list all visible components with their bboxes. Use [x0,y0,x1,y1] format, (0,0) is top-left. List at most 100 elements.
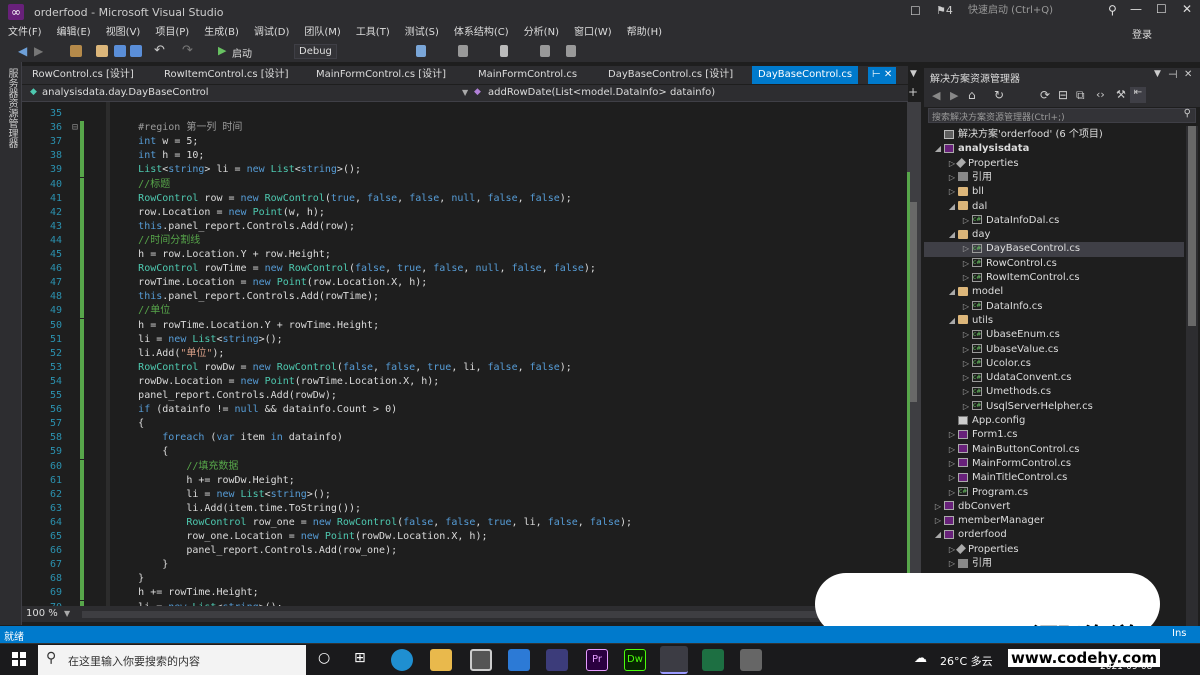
taskbar-search-box[interactable]: ⚲ 在这里输入你要搜索的内容 [38,645,306,675]
windows-start-icon[interactable] [12,652,26,666]
code-line[interactable]: 58 foreach (var item in datainfo) [22,431,343,446]
collapsed-arrow-icon[interactable]: ▷ [932,514,944,528]
login-link[interactable]: 登录 [1132,26,1152,41]
code-line[interactable]: 43 this.panel_report.Controls.Add(row); [22,219,355,234]
tab-4[interactable]: DayBaseControl.cs [设计] [602,66,739,84]
code-line[interactable]: 54 rowDw.Location = new Point(rowTime.Lo… [22,374,439,389]
collapsed-arrow-icon[interactable]: ▷ [946,471,958,485]
task-view-icon[interactable]: ⊞ [354,650,366,666]
scroll-thumb[interactable] [1188,126,1196,326]
menu-item-12[interactable]: 帮助(H) [627,24,662,42]
store-icon[interactable] [470,649,492,671]
tree-node[interactable]: ▷ Form1.cs [924,428,1018,442]
expanded-arrow-icon[interactable]: ◢ [946,228,958,242]
tree-node[interactable]: ◢ analysisdata [924,142,1029,156]
tab-3[interactable]: MainFormControl.cs [472,66,583,84]
tab-2[interactable]: MainFormControl.cs [设计] [310,66,452,84]
tree-node[interactable]: ▷ c# Ucolor.cs [924,357,1031,371]
premiere-icon[interactable]: Pr [586,649,608,671]
code-line[interactable]: 44 //时间分割线 [22,233,200,248]
minimize-button[interactable]: — [1130,2,1142,16]
refresh-icon[interactable]: ⟳ [1040,88,1050,102]
tree-node[interactable]: ▷ MainButtonControl.cs [924,443,1079,457]
pin-icon[interactable]: ⊣ [1168,68,1178,81]
properties-wrench-icon[interactable]: ⚒ [1116,88,1126,101]
solution-search-input[interactable]: 搜索解决方案资源管理器(Ctrl+;) ⚲ [928,108,1196,123]
tab-0[interactable]: RowControl.cs [设计] [26,66,140,84]
menu-item-7[interactable]: 工具(T) [356,24,390,42]
class-nav-dropdown[interactable]: analysisdata.day.DayBaseControl [42,87,209,98]
menu-item-11[interactable]: 窗口(W) [574,24,612,42]
code-line[interactable]: 57 { [22,417,144,432]
menu-item-9[interactable]: 体系结构(C) [454,24,509,42]
server-explorer-label[interactable]: 服务器资源管理器 [4,68,19,148]
scroll-thumb[interactable] [909,202,917,402]
collapsed-arrow-icon[interactable]: ▷ [946,428,958,442]
collapsed-arrow-icon[interactable]: ▷ [960,400,972,414]
tree-node[interactable]: ▷ c# DataInfo.cs [924,300,1043,314]
new-project-icon[interactable] [70,45,82,57]
code-line[interactable]: 66 panel_report.Controls.Add(row_one); [22,544,397,559]
tree-node[interactable]: ▷ c# Program.cs [924,486,1028,500]
expanded-arrow-icon[interactable]: ◢ [946,285,958,299]
tree-node[interactable]: ▷ 引用 [924,171,992,185]
tool-icon[interactable] [740,649,762,671]
code-line[interactable]: 64 RowControl row_one = new RowControl(f… [22,515,632,530]
code-line[interactable]: 48 this.panel_report.Controls.Add(rowTim… [22,290,379,305]
code-line[interactable]: 63 li.Add(item.time.ToString()); [22,501,361,516]
save-icon[interactable] [114,45,126,57]
code-line[interactable]: 69 h += rowTime.Height; [22,586,259,601]
code-line[interactable]: 47 rowTime.Location = new Point(row.Loca… [22,276,427,291]
collapsed-arrow-icon[interactable]: ▷ [960,343,972,357]
tree-node[interactable]: ▷ memberManager [924,514,1044,528]
menu-item-4[interactable]: 生成(B) [204,24,239,42]
dreamweaver-icon[interactable]: Dw [624,649,646,671]
visual-studio-icon[interactable] [660,646,688,674]
collapsed-arrow-icon[interactable]: ▷ [960,300,972,314]
show-all-icon[interactable]: ⧉ [1076,88,1085,103]
app-link-icon[interactable] [546,649,568,671]
tab-dropdown-icon[interactable]: ▼ [910,69,917,79]
menu-item-2[interactable]: 视图(V) [106,24,141,42]
tree-node[interactable]: ◢ day [924,228,990,242]
edge-icon[interactable] [391,649,413,671]
collapsed-arrow-icon[interactable]: ▷ [946,443,958,457]
code-line[interactable]: 61 h += rowDw.Height; [22,473,295,488]
pane-close-icon[interactable]: ✕ [1184,69,1192,80]
pane-menu-icon[interactable]: ▼ [1154,69,1161,79]
split-add-icon[interactable]: + [908,85,918,99]
code-line[interactable]: 41 RowControl row = new RowControl(true,… [22,191,572,206]
code-line[interactable]: 39 List<string> li = new List<string>(); [22,163,361,178]
code-line[interactable]: 60 //填充数据 [22,459,238,474]
collapsed-arrow-icon[interactable]: ▷ [960,371,972,385]
code-line[interactable]: 55 panel_report.Controls.Add(rowDw); [22,389,337,403]
back-icon[interactable]: ◀ [932,89,940,102]
menu-item-6[interactable]: 团队(M) [304,24,340,42]
expanded-arrow-icon[interactable]: ◢ [946,314,958,328]
code-line[interactable]: 42 row.Location = new Point(w, h); [22,205,325,220]
tree-node[interactable]: ▷ c# DataInfoDal.cs [924,214,1059,228]
tree-node[interactable]: ▷ dbConvert [924,500,1010,514]
feedback-icon[interactable]: ☐ [910,4,921,18]
fold-marker[interactable]: ⊟ [70,121,80,135]
tree-node[interactable]: ◢ model [924,285,1003,299]
code-line[interactable]: 49 //单位 [22,304,170,319]
code-line[interactable]: 53 RowControl rowDw = new RowControl(fal… [22,360,572,375]
tree-node[interactable]: ▷ c# UbaseValue.cs [924,343,1059,357]
code-line[interactable]: 52 li.Add("单位"); [22,346,224,361]
start-button[interactable]: 启动 [232,45,252,60]
cortana-icon[interactable]: ○ [318,650,330,666]
class-nav-chevron-icon[interactable]: ▼ [462,88,468,97]
save-all-icon[interactable] [130,45,142,57]
tree-node[interactable]: ◢ dal [924,200,987,214]
expanded-arrow-icon[interactable]: ◢ [946,200,958,214]
collapse-all-icon[interactable]: ⊟ [1058,88,1068,102]
mail-icon[interactable] [508,649,530,671]
expanded-arrow-icon[interactable]: ◢ [932,142,944,156]
sync-icon[interactable]: ↻ [994,88,1004,102]
code-line[interactable]: 65 row_one.Location = new Point(rowDw.Lo… [22,530,487,544]
menu-item-5[interactable]: 调试(D) [254,24,290,42]
method-nav-dropdown[interactable]: addRowDate(List<model.DataInfo> datainfo… [488,87,715,98]
redo-icon[interactable]: ↷ [182,43,193,58]
code-line[interactable]: 68 } [22,572,144,587]
